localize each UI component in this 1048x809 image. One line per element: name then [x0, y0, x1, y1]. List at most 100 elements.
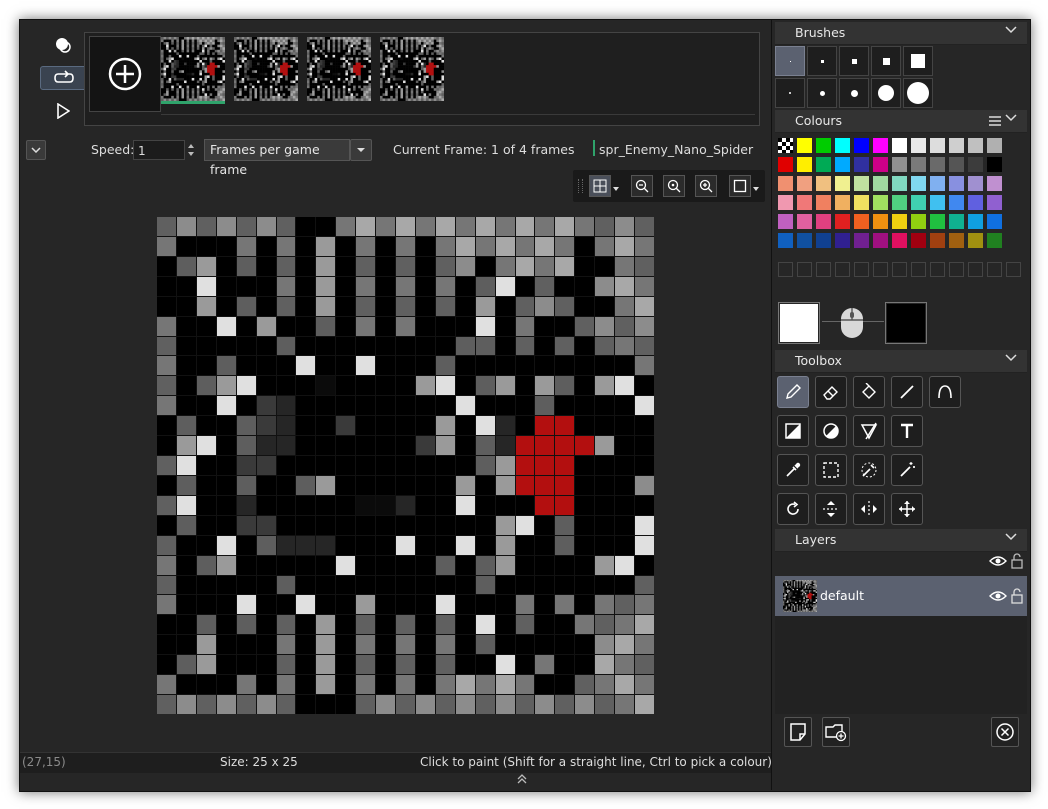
pixel[interactable] — [336, 276, 356, 296]
pixel[interactable] — [495, 695, 515, 714]
pixel[interactable] — [256, 217, 276, 236]
pixel[interactable] — [615, 436, 635, 456]
pixel[interactable] — [256, 436, 276, 456]
pixel[interactable] — [157, 456, 176, 475]
pixel[interactable] — [535, 276, 555, 296]
pixel[interactable] — [316, 276, 336, 296]
pixel[interactable] — [376, 436, 396, 456]
pixel[interactable] — [615, 515, 635, 535]
pixel[interactable] — [415, 296, 435, 316]
pixel[interactable] — [216, 675, 236, 695]
palette-swatch[interactable] — [854, 176, 869, 191]
pixel[interactable] — [515, 695, 535, 714]
pixel[interactable] — [276, 296, 296, 316]
pixel[interactable] — [435, 615, 455, 635]
pencil-tool[interactable] — [777, 376, 809, 408]
pixel[interactable] — [535, 535, 555, 555]
empty-palette-slot[interactable] — [892, 262, 907, 277]
pixel[interactable] — [276, 495, 296, 515]
pixel[interactable] — [316, 236, 336, 256]
pixel[interactable] — [176, 535, 196, 555]
pixel[interactable] — [157, 595, 176, 615]
pixel[interactable] — [236, 495, 256, 515]
pixel[interactable] — [236, 575, 256, 595]
pixel[interactable] — [555, 575, 575, 595]
speed-stepper[interactable] — [185, 140, 197, 160]
pixel[interactable] — [236, 655, 256, 675]
pixel[interactable] — [415, 336, 435, 356]
pixel[interactable] — [535, 217, 555, 236]
pixel[interactable] — [316, 316, 336, 336]
pixel[interactable] — [216, 595, 236, 615]
pixel[interactable] — [336, 695, 356, 714]
pixel[interactable] — [296, 475, 316, 495]
pixel[interactable] — [256, 256, 276, 276]
pixel[interactable] — [535, 475, 555, 495]
pixel[interactable] — [176, 236, 196, 256]
text-tool[interactable] — [891, 415, 923, 447]
pixel[interactable] — [495, 316, 515, 336]
pixel[interactable] — [435, 575, 455, 595]
pixel[interactable] — [396, 535, 415, 555]
pixel[interactable] — [435, 695, 455, 714]
pixel[interactable] — [157, 675, 176, 695]
pixel[interactable] — [236, 416, 256, 436]
pixel[interactable] — [575, 356, 595, 376]
pixel[interactable] — [415, 575, 435, 595]
pixel[interactable] — [555, 635, 575, 655]
pixel[interactable] — [575, 296, 595, 316]
palette-swatch[interactable] — [873, 157, 888, 172]
speed-row-toggle[interactable] — [26, 140, 46, 160]
palette-swatch[interactable] — [949, 233, 964, 248]
pixel[interactable] — [535, 396, 555, 416]
palette-swatch[interactable] — [911, 138, 926, 153]
curve-tool[interactable] — [929, 376, 961, 408]
pixel[interactable] — [196, 276, 216, 296]
pixel[interactable] — [296, 276, 316, 296]
pixel[interactable] — [236, 675, 256, 695]
pixel[interactable] — [396, 695, 415, 714]
pixel[interactable] — [196, 475, 216, 495]
pixel[interactable] — [276, 515, 296, 535]
palette-swatch[interactable] — [911, 176, 926, 191]
pixel[interactable] — [216, 256, 236, 276]
pixel[interactable] — [635, 635, 654, 655]
pixel[interactable] — [316, 396, 336, 416]
pixel[interactable] — [316, 376, 336, 396]
pixel[interactable] — [176, 595, 196, 615]
pixel[interactable] — [196, 515, 216, 535]
pixel[interactable] — [376, 515, 396, 535]
pixel[interactable] — [575, 695, 595, 714]
eraser-tool[interactable] — [815, 376, 847, 408]
pixel[interactable] — [316, 475, 336, 495]
pixel[interactable] — [595, 475, 615, 495]
pixel[interactable] — [196, 256, 216, 276]
pixel[interactable] — [515, 675, 535, 695]
pixel[interactable] — [435, 236, 455, 256]
pixel[interactable] — [535, 575, 555, 595]
pixel[interactable] — [455, 575, 475, 595]
toolbox-header[interactable]: Toolbox — [775, 350, 1027, 373]
pixel[interactable] — [336, 495, 356, 515]
palette-swatch[interactable] — [778, 176, 793, 191]
grid-options-dropdown[interactable] — [612, 181, 620, 195]
pixel[interactable] — [236, 515, 256, 535]
pixel[interactable] — [635, 356, 654, 376]
pixel[interactable] — [495, 276, 515, 296]
pixel[interactable] — [575, 575, 595, 595]
pixel[interactable] — [296, 236, 316, 256]
pixel[interactable] — [236, 595, 256, 615]
pixel[interactable] — [475, 217, 495, 236]
pixel[interactable] — [396, 495, 415, 515]
pixel[interactable] — [635, 575, 654, 595]
pixel[interactable] — [575, 416, 595, 436]
pixel[interactable] — [256, 396, 276, 416]
pixel[interactable] — [256, 655, 276, 675]
pixel[interactable] — [256, 575, 276, 595]
pixel[interactable] — [276, 396, 296, 416]
pixel[interactable] — [555, 276, 575, 296]
pixel[interactable] — [415, 475, 435, 495]
palette-swatch[interactable] — [854, 233, 869, 248]
pixel[interactable] — [495, 356, 515, 376]
pixel[interactable] — [316, 456, 336, 475]
